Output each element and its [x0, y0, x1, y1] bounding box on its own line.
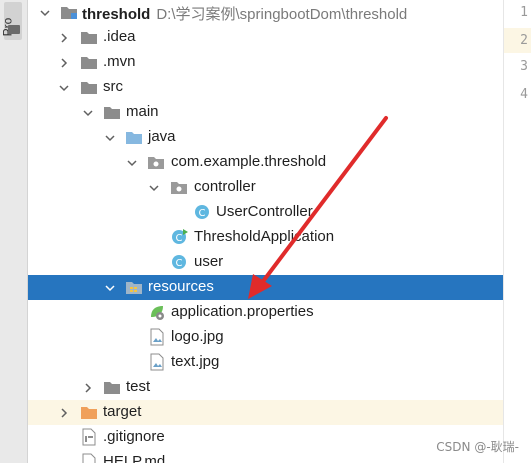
tree-row-logo-jpg[interactable]: logo.jpg [28, 325, 503, 350]
chevron-down-icon[interactable] [40, 8, 50, 18]
tree-item-label: main [126, 103, 159, 120]
chevron-down-icon[interactable] [149, 183, 159, 193]
tree-item-label: UserController [216, 203, 313, 220]
tree-row-help-md[interactable]: HELP.md [28, 450, 503, 463]
tree-row-resources[interactable]: resources [28, 275, 503, 300]
chevron-right-icon[interactable] [83, 383, 93, 393]
class-icon: C [194, 204, 212, 220]
chevron-down-icon[interactable] [105, 283, 115, 293]
project-tool-window-strip: Pro [0, 0, 28, 463]
tree-item-label: ThresholdApplication [194, 228, 335, 245]
line-number: 3 [520, 59, 528, 74]
source-folder-icon [125, 129, 143, 145]
tree-row-src[interactable]: src [28, 75, 503, 100]
folder-icon [80, 54, 98, 70]
class-icon: C [171, 254, 189, 270]
svg-text:C: C [199, 208, 206, 219]
tree-row-application-properties[interactable]: application.properties [28, 300, 503, 325]
tree-row-gitignore[interactable]: .gitignore [28, 425, 503, 450]
root-label: threshold [82, 6, 151, 23]
tree-row-idea[interactable]: .idea [28, 25, 503, 50]
resources-folder-icon [125, 279, 143, 295]
spring-properties-icon [148, 303, 166, 320]
chevron-down-icon[interactable] [83, 108, 93, 118]
tree-item-label: com.example.threshold [171, 153, 327, 170]
tree-item-label: controller [194, 178, 256, 195]
tree-row-main[interactable]: main [28, 100, 503, 125]
tree-row-thresholdapplication[interactable]: C ThresholdApplication [28, 225, 503, 250]
editor-gutter: 1 2 3 4 [503, 0, 531, 463]
chevron-right-icon[interactable] [59, 58, 69, 68]
tree-item-label: target [103, 403, 142, 420]
excluded-folder-icon [80, 404, 98, 420]
svg-text:C: C [176, 233, 183, 244]
tree-row-root[interactable]: threshold D:\学习案例\springbootDom\threshold [28, 0, 503, 25]
tree-row-package[interactable]: com.example.threshold [28, 150, 503, 175]
ignore-file-icon [81, 428, 99, 446]
tree-item-label: .mvn [103, 53, 136, 70]
tree-item-label: HELP.md [103, 453, 166, 463]
tree-item-label: logo.jpg [171, 328, 224, 345]
tree-item-label: resources [148, 278, 214, 295]
tree-row-text-jpg[interactable]: text.jpg [28, 350, 503, 375]
package-icon [147, 154, 165, 170]
tree-row-test[interactable]: test [28, 375, 503, 400]
tree-item-label: .idea [103, 28, 136, 45]
folder-icon [80, 79, 98, 95]
tree-item-label: java [148, 128, 176, 145]
tree-item-label: test [126, 378, 151, 395]
folder-icon [103, 379, 121, 395]
image-file-icon [149, 328, 167, 346]
root-path: D:\学习案例\springbootDom\threshold [156, 6, 408, 23]
chevron-right-icon[interactable] [59, 408, 69, 418]
line-number: 2 [520, 33, 528, 48]
tree-item-label: application.properties [171, 303, 314, 320]
tree-row-java[interactable]: java [28, 125, 503, 150]
markdown-file-icon [81, 453, 99, 463]
chevron-down-icon[interactable] [59, 83, 69, 93]
image-file-icon [149, 353, 167, 371]
line-number: 1 [520, 5, 528, 20]
chevron-down-icon[interactable] [105, 133, 115, 143]
module-folder-icon [60, 4, 78, 20]
spring-boot-class-icon: C [171, 228, 189, 244]
tree-row-mvn[interactable]: .mvn [28, 50, 503, 75]
tree-item-label: src [103, 78, 123, 95]
tree-row-controller[interactable]: controller [28, 175, 503, 200]
project-tool-tab[interactable]: Pro [0, 2, 22, 40]
project-tree: threshold D:\学习案例\springbootDom\threshold… [28, 0, 503, 463]
tree-row-target[interactable]: target [28, 400, 503, 425]
tree-row-user[interactable]: C user [28, 250, 503, 275]
tree-item-label: user [194, 253, 224, 270]
tree-item-label: text.jpg [171, 353, 220, 370]
tree-row-usercontroller[interactable]: C UserController [28, 200, 503, 225]
package-icon [170, 179, 188, 195]
chevron-down-icon[interactable] [127, 158, 137, 168]
folder-icon [103, 104, 121, 120]
svg-text:C: C [176, 258, 183, 269]
tree-item-label: .gitignore [103, 428, 165, 445]
folder-icon [80, 29, 98, 45]
chevron-right-icon[interactable] [59, 33, 69, 43]
watermark: CSDN @-耿瑞- [436, 440, 519, 454]
folder-icon [8, 25, 20, 34]
line-number: 4 [520, 87, 528, 102]
